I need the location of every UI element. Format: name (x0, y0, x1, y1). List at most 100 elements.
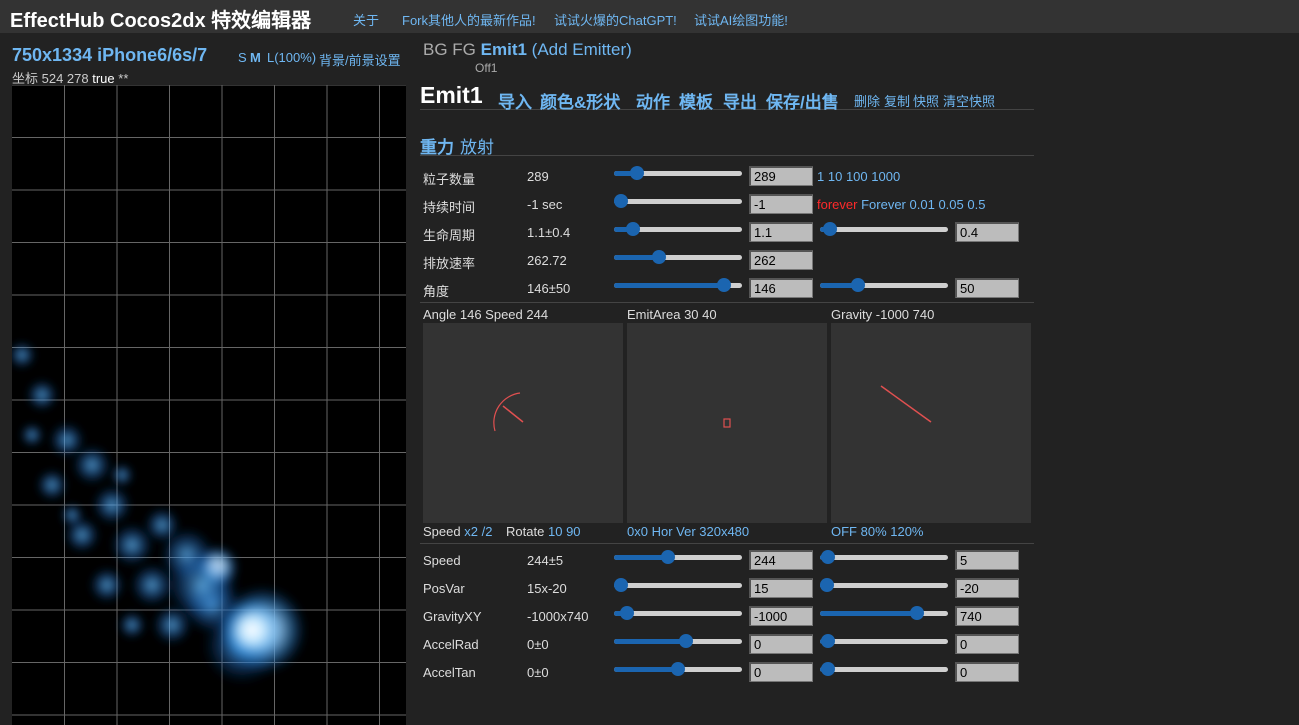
export-menu-item[interactable]: 导出 (723, 88, 757, 113)
color-shape-menu-item[interactable]: 颜色&形状 (540, 88, 620, 113)
emitter-sub-label[interactable]: Off1 (475, 61, 497, 75)
emit-area-box (723, 418, 731, 428)
emit-area-pad[interactable] (627, 323, 827, 523)
duration-001-link[interactable]: 0.01 (910, 197, 935, 212)
emission-rate-label: 排放速率 (423, 256, 476, 271)
speed-text: Speed (423, 524, 461, 539)
accelrad-var-input[interactable] (955, 634, 1019, 654)
emitter-name: Emit1 (420, 82, 483, 108)
acceltan-var-slider[interactable] (820, 661, 948, 677)
gravity-x-slider[interactable] (614, 605, 742, 621)
accelrad-input[interactable] (749, 634, 813, 654)
clear-snapshot-link[interactable]: 清空快照 (943, 91, 995, 110)
speed-vector (502, 405, 524, 423)
gravity-pad[interactable] (831, 323, 1031, 523)
gravityxy-value: -1000x740 (527, 609, 589, 624)
lifetime-var-input[interactable] (955, 222, 1019, 242)
copy-link[interactable]: 复制 (884, 91, 910, 110)
accelrad-var-slider[interactable] (820, 633, 948, 649)
tab-gravity[interactable]: 重力 (420, 133, 454, 158)
delete-link[interactable]: 删除 (854, 91, 880, 110)
speed-div2-link[interactable]: /2 (482, 524, 493, 539)
speed-var-slider[interactable] (820, 549, 948, 565)
angle-input[interactable] (749, 278, 813, 298)
fork-link[interactable]: Fork其他人的最新作品! (402, 10, 536, 29)
posvar-x-slider[interactable] (614, 577, 742, 593)
particle (218, 596, 286, 664)
ai-draw-link[interactable]: 试试AI绘图功能! (694, 10, 788, 29)
gravity-y-input[interactable] (955, 606, 1019, 626)
particle (60, 503, 84, 527)
particle-count-input[interactable] (749, 166, 813, 186)
save-sell-menu-item[interactable]: 保存/出售 (766, 88, 839, 113)
gravity-sub-links[interactable]: OFF 80% 120% (831, 524, 924, 539)
app-title: EffectHub Cocos2dx 特效编辑器 (10, 10, 312, 32)
duration-005-link[interactable]: 0.05 (938, 197, 963, 212)
particle (92, 485, 132, 525)
gravity-panel-label: Gravity -1000 740 (831, 307, 935, 322)
template-menu-item[interactable]: 模板 (679, 88, 713, 113)
duration-05-link[interactable]: 0.5 (967, 197, 985, 212)
posvar-x-input[interactable] (749, 578, 813, 598)
rotate-90-link[interactable]: 90 (566, 524, 580, 539)
duration-slider[interactable] (614, 193, 742, 209)
bg-settings-link[interactable]: 背景/前景设置 (319, 50, 401, 69)
lifetime-slider[interactable] (614, 221, 742, 237)
count-1-link[interactable]: 1 (817, 169, 824, 184)
speed-value: 244±5 (527, 553, 564, 568)
speed-input[interactable] (749, 550, 813, 570)
particle-count-slider[interactable] (614, 165, 742, 181)
current-emitter-link[interactable]: Emit1 (481, 40, 527, 59)
angle-var-input[interactable] (955, 278, 1019, 298)
particle-preview-canvas[interactable] (12, 85, 406, 725)
area-sub-links[interactable]: 0x0 Hor Ver 320x480 (627, 524, 749, 539)
action-menu-item[interactable]: 动作 (636, 88, 670, 113)
posvar-y-slider[interactable] (820, 577, 948, 593)
size-s-link[interactable]: S (238, 50, 247, 65)
tab-radial[interactable]: 放射 (460, 133, 494, 158)
import-menu-item[interactable]: 导入 (498, 88, 532, 113)
angle-panel-label: Angle 146 Speed 244 (423, 307, 549, 322)
particle (26, 379, 58, 411)
acceltan-value: 0±0 (527, 665, 549, 680)
speed-x2-link[interactable]: x2 (464, 524, 478, 539)
particle (89, 567, 125, 603)
chatgpt-link[interactable]: 试试火爆的ChatGPT! (554, 10, 677, 29)
size-m-link[interactable]: M (250, 50, 261, 65)
emission-rate-input[interactable] (749, 250, 813, 270)
duration-forever-current[interactable]: forever (817, 197, 857, 212)
about-link[interactable]: 关于 (353, 10, 379, 29)
coords-value: 坐标 524 278 (12, 71, 89, 86)
lifetime-input[interactable] (749, 222, 813, 242)
posvar-y-input[interactable] (955, 578, 1019, 598)
acceltan-slider[interactable] (614, 661, 742, 677)
device-size-title[interactable]: 750x1334 iPhone6/6s/7 (12, 45, 207, 66)
gravity-x-input[interactable] (749, 606, 813, 626)
acceltan-var-input[interactable] (955, 662, 1019, 682)
rotate-10-link[interactable]: 10 (548, 524, 562, 539)
emission-rate-slider[interactable] (614, 249, 742, 265)
count-100-link[interactable]: 100 (846, 169, 868, 184)
angle-slider[interactable] (614, 277, 742, 293)
top-bar: EffectHub Cocos2dx 特效编辑器 关于 Fork其他人的最新作品… (0, 0, 1299, 33)
add-emitter-link[interactable]: (Add Emitter) (532, 40, 632, 59)
bg-layer-link[interactable]: BG (423, 40, 448, 59)
duration-input[interactable] (749, 194, 813, 214)
lifetime-var-slider[interactable] (820, 221, 948, 237)
speed-slider[interactable] (614, 549, 742, 565)
gravity-y-slider[interactable] (820, 605, 948, 621)
duration-forever-link[interactable]: Forever (861, 197, 906, 212)
fg-layer-link[interactable]: FG (452, 40, 476, 59)
snapshot-link[interactable]: 快照 (913, 91, 939, 110)
angle-speed-pad[interactable] (423, 323, 623, 523)
count-1000-link[interactable]: 1000 (871, 169, 900, 184)
gravity-indicator (880, 385, 932, 423)
angle-label: 角度 (423, 284, 450, 299)
acceltan-input[interactable] (749, 662, 813, 682)
size-l-link[interactable]: L(100%) (267, 50, 316, 65)
count-10-link[interactable]: 10 (828, 169, 842, 184)
angle-var-slider[interactable] (820, 277, 948, 293)
accelrad-slider[interactable] (614, 633, 742, 649)
gravity-vector (880, 385, 932, 423)
speed-var-input[interactable] (955, 550, 1019, 570)
